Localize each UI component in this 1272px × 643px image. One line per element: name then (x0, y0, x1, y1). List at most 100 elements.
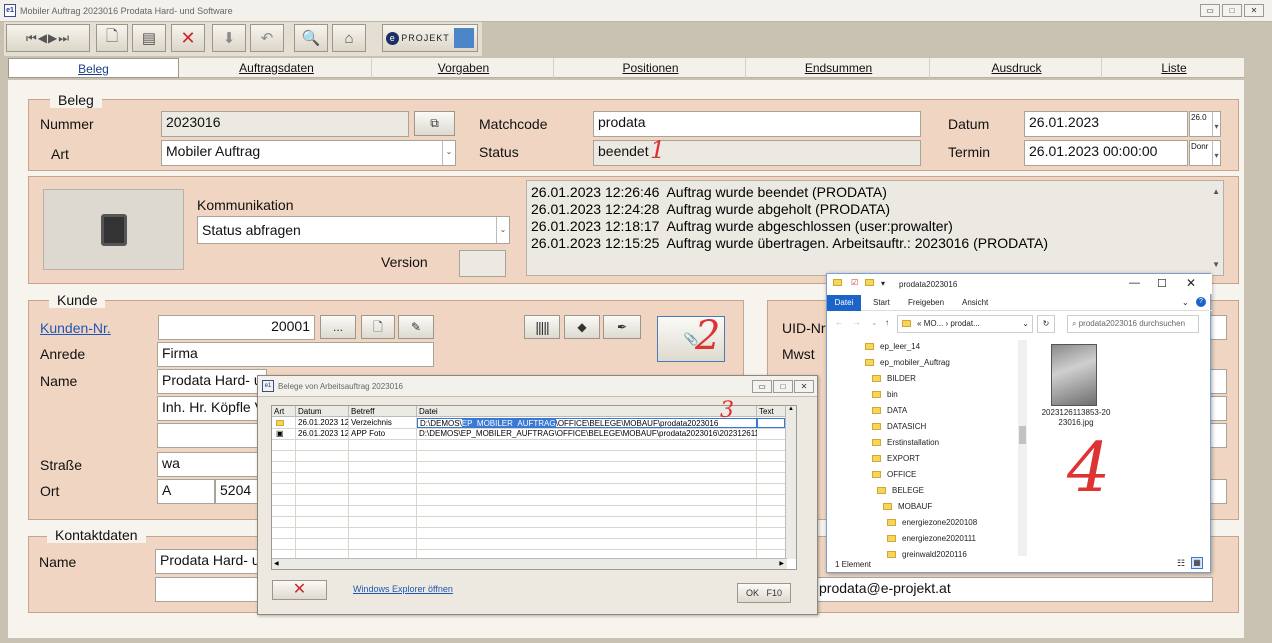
delete-button[interactable]: ✕ (171, 24, 205, 52)
minimize-button[interactable]: ▭ (1200, 4, 1220, 17)
maximize-button[interactable]: □ (1222, 4, 1242, 17)
col-art[interactable]: Art (272, 406, 296, 417)
last-record-icon[interactable]: ⏭ (58, 31, 70, 46)
large-icons-view-icon[interactable]: ▦ (1191, 557, 1203, 569)
col-datei[interactable]: Datei (417, 406, 757, 417)
kunden-nr-link[interactable]: Kunden-Nr. (40, 320, 111, 336)
recent-icon[interactable]: ⌄ (871, 318, 878, 327)
file-item[interactable]: 2023126113853-2023016.jpg (1041, 344, 1110, 434)
art-select[interactable]: Mobiler Auftrag ⌄ (161, 140, 456, 166)
prev-record-icon[interactable]: ◀ (38, 31, 48, 45)
home-button[interactable]: ⌂ (332, 24, 366, 52)
tab-liste[interactable]: Liste (1104, 58, 1244, 78)
kunden-search-button[interactable]: ... (320, 315, 356, 339)
tree-item[interactable]: Erstinstallation (872, 436, 939, 450)
kontakt-phone-field[interactable] (155, 577, 265, 602)
tree-item[interactable]: DATA (872, 404, 907, 418)
datum-field[interactable]: 26.01.2023 (1024, 111, 1188, 137)
horizontal-scrollbar[interactable]: ◀ ▶ (272, 558, 787, 569)
tree-item[interactable]: greinwald2020116 (887, 548, 967, 562)
edit-button[interactable]: ▤ (132, 24, 166, 52)
dialog-delete-button[interactable]: ✕ (272, 580, 327, 600)
name2-field[interactable]: Inh. Hr. Köpfle V (157, 396, 267, 421)
datum-dropdown-icon[interactable]: ▾ (1212, 112, 1220, 136)
termin-picker[interactable]: Donr ▾ (1189, 140, 1221, 166)
kontakt-email-field[interactable]: prodata@e-projekt.at (814, 577, 1213, 602)
undo-button[interactable]: ↶ (250, 24, 284, 52)
copy-button[interactable]: ⧉ (414, 111, 455, 136)
save-button[interactable]: ⬇ (212, 24, 246, 52)
tree-item[interactable]: OFFICE (872, 468, 916, 482)
tree-item[interactable]: energiezone2020108 (887, 516, 977, 530)
tree-item[interactable]: DATASICH (872, 420, 926, 434)
kunden-new-button[interactable]: 🗋 (361, 315, 395, 339)
dialog-minimize-button[interactable]: ▭ (752, 380, 772, 393)
dialog-close-button[interactable]: ✕ (794, 380, 814, 393)
kunden-nr-field[interactable]: 20001 (158, 315, 315, 340)
scroll-down-icon[interactable]: ▼ (1212, 256, 1220, 273)
details-view-icon[interactable]: ☷ (1177, 558, 1185, 569)
up-icon[interactable]: ↑ (885, 318, 889, 327)
col-datum[interactable]: Datum (296, 406, 349, 417)
tree-item[interactable]: BILDER (872, 372, 916, 386)
address-part[interactable]: prodat... (950, 319, 979, 328)
kontakt-name-field[interactable]: Prodata Hard- u (155, 549, 265, 574)
first-record-icon[interactable]: ⏮ (26, 31, 38, 46)
tab-vorgaben[interactable]: Vorgaben (374, 58, 554, 78)
eraser-button[interactable]: ◆ (564, 315, 600, 339)
matchcode-field[interactable]: prodata (593, 111, 921, 137)
ribbon-start[interactable]: Start (873, 298, 890, 307)
windows-explorer-link[interactable]: Windows Explorer öffnen (353, 584, 453, 594)
tree-item[interactable]: ep_leer_14 (865, 340, 920, 354)
land-field[interactable]: A (157, 479, 215, 504)
barcode-button[interactable]: ||||| (524, 315, 560, 339)
refresh-button[interactable]: ↻ (1037, 315, 1055, 333)
ribbon-datei[interactable]: Datei (827, 295, 861, 311)
tab-beleg[interactable]: Beleg (8, 58, 179, 78)
termin-field[interactable]: 26.01.2023 00:00:00 (1024, 140, 1188, 166)
tab-endsummen[interactable]: Endsummen (748, 58, 930, 78)
sign-button[interactable]: ✒ (603, 315, 641, 339)
back-icon[interactable]: ← (835, 318, 843, 327)
chevron-down-icon[interactable]: ⌄ (1182, 298, 1189, 307)
anrede-field[interactable]: Firma (157, 342, 434, 367)
next-record-icon[interactable]: ▶ (48, 31, 58, 45)
chevron-down-icon[interactable]: ⌄ (1022, 319, 1029, 328)
new-document-button[interactable]: 🗋 (96, 24, 128, 52)
search-button[interactable]: 🔍 (294, 24, 328, 52)
tab-positionen[interactable]: Positionen (556, 58, 746, 78)
address-part[interactable]: MO... (924, 319, 944, 328)
tree-item[interactable]: BELEGE (877, 484, 924, 498)
vertical-scrollbar[interactable]: ▲ (785, 406, 796, 559)
strasse-field[interactable]: wa (157, 452, 267, 477)
chevron-down-icon[interactable]: ⌄ (496, 217, 509, 243)
datum-picker[interactable]: 26.0 ▾ (1189, 111, 1221, 137)
status-field[interactable]: beendet (593, 140, 921, 166)
col-text[interactable]: Text (757, 406, 787, 417)
version-field[interactable] (459, 250, 506, 277)
tree-item[interactable]: energiezone2020111 (887, 532, 976, 546)
ribbon-ansicht[interactable]: Ansicht (962, 298, 988, 307)
name3-field[interactable] (157, 423, 267, 448)
tab-ausdruck[interactable]: Ausdruck (932, 58, 1102, 78)
navigation-buttons[interactable]: ⏮ ◀ ▶ ⏭ (6, 24, 90, 52)
forward-icon[interactable]: → (853, 318, 861, 327)
kommunikation-select[interactable]: Status abfragen ⌄ (197, 216, 510, 244)
ribbon-freigeben[interactable]: Freigeben (908, 298, 944, 307)
name1-field[interactable]: Prodata Hard- u (157, 369, 267, 394)
kunden-edit-button[interactable]: ✎ (398, 315, 434, 339)
minimize-icon[interactable]: — (1129, 277, 1140, 289)
tree-item[interactable]: bin (872, 388, 898, 402)
scroll-up-icon[interactable]: ▲ (1212, 183, 1220, 200)
dialog-maximize-button[interactable]: □ (773, 380, 793, 393)
maximize-icon[interactable]: ☐ (1157, 277, 1167, 290)
chevron-down-icon[interactable]: ⌄ (442, 141, 455, 165)
tree-scrollbar[interactable] (1018, 340, 1027, 556)
termin-dropdown-icon[interactable]: ▾ (1212, 141, 1220, 165)
help-icon[interactable]: ? (1196, 297, 1206, 307)
tree-item[interactable]: ep_mobiler_Auftrag (865, 356, 950, 370)
col-betreff[interactable]: Betreff (349, 406, 417, 417)
tree-item[interactable]: EXPORT (872, 452, 920, 466)
tab-auftragsdaten[interactable]: Auftragsdaten (182, 58, 372, 78)
eprojekt-logo-button[interactable]: e PROJEKT (382, 24, 478, 52)
